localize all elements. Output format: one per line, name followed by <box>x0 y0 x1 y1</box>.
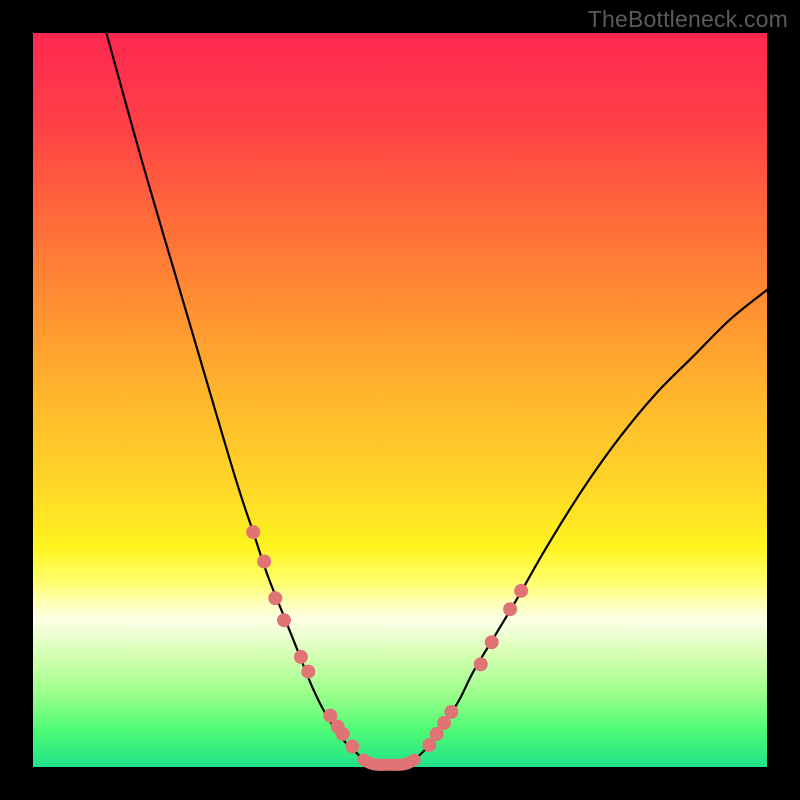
watermark-text: TheBottleneck.com <box>588 6 788 33</box>
data-point <box>336 727 350 741</box>
data-point <box>301 665 315 679</box>
data-point <box>345 739 359 753</box>
data-point <box>294 650 308 664</box>
series-valley-flat <box>363 760 414 765</box>
data-point <box>503 602 517 616</box>
chart-frame: TheBottleneck.com <box>0 0 800 800</box>
series-right-branch <box>415 290 767 760</box>
chart-svg <box>33 33 767 767</box>
data-point <box>514 584 528 598</box>
data-point <box>444 705 458 719</box>
data-point <box>485 635 499 649</box>
data-point <box>246 525 260 539</box>
plot-area <box>33 33 767 767</box>
data-point <box>268 591 282 605</box>
data-point <box>257 554 271 568</box>
data-point <box>277 613 291 627</box>
series-left-branch <box>106 33 363 760</box>
data-point <box>474 657 488 671</box>
